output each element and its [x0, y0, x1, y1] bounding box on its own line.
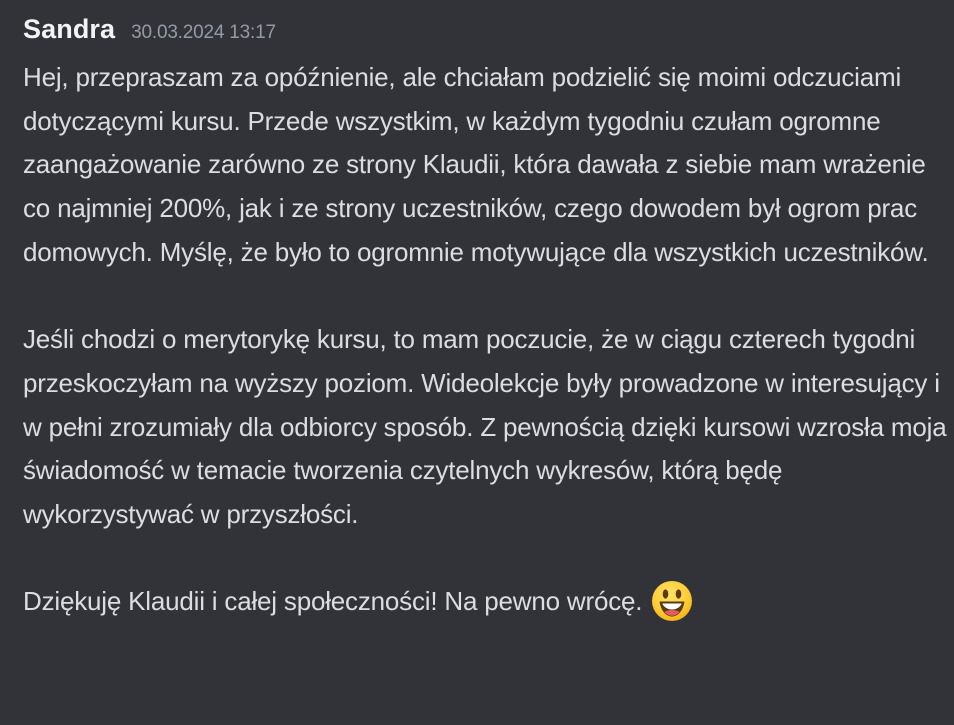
message-paragraph-3: Dziękuję Klaudii i całej społeczności! N…	[23, 586, 643, 617]
message-content: Hej, przepraszam za opóźnienie, ale chci…	[23, 56, 951, 626]
message-paragraph-1: Hej, przepraszam za opóźnienie, ale chci…	[23, 62, 929, 267]
chat-message: Sandra 30.03.2024 13:17 Hej, przepraszam…	[0, 0, 954, 725]
message-header: Sandra 30.03.2024 13:17	[23, 14, 954, 48]
message-timestamp[interactable]: 30.03.2024 13:17	[131, 22, 276, 44]
author-name[interactable]: Sandra	[23, 14, 115, 45]
message-paragraph-3-wrapper: Dziękuję Klaudii i całej społeczności! N…	[23, 580, 951, 625]
smiley-emoji-icon[interactable]	[650, 579, 694, 623]
message-paragraph-2: Jeśli chodzi o merytorykę kursu, to mam …	[23, 324, 947, 530]
